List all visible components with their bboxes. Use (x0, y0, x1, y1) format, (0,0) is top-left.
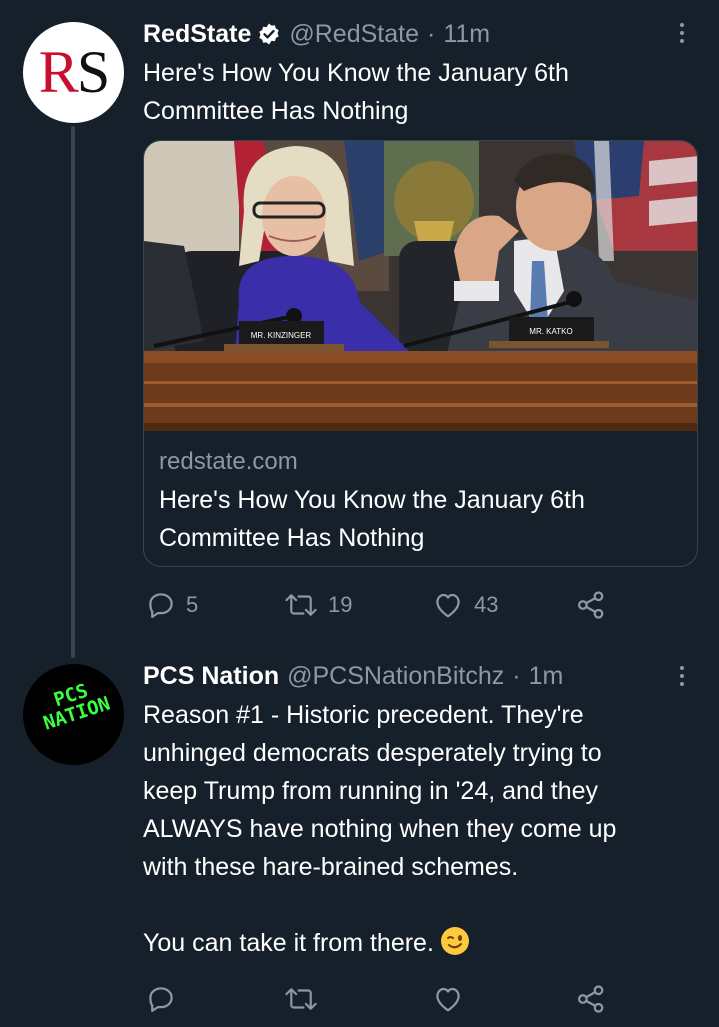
winking-face-emoji (440, 927, 469, 955)
like-icon (436, 987, 460, 1012)
tweet-text-line: keep Trump from running in '24, and they (143, 777, 599, 805)
reply-button[interactable]: 5 (146, 588, 198, 622)
card-title-line: Committee Has Nothing (159, 524, 425, 552)
reply-count: 5 (186, 592, 199, 617)
tweet-text-line: ALWAYS have nothing when they come up (143, 815, 617, 843)
tweet-actions (143, 982, 643, 1016)
pcs-nation-logo: PCS NATION (40, 679, 113, 735)
card-title-line: Here's How You Know the January 6th (159, 486, 585, 514)
display-name[interactable]: PCS Nation (143, 662, 279, 691)
separator-dot: · (512, 661, 521, 690)
tweet-header: PCS Nation @PCSNationBitchz · 1m (143, 659, 563, 693)
reply-button[interactable] (146, 982, 176, 1016)
nameplate-right: MR. KATKO (529, 327, 572, 336)
reply-icon (149, 593, 173, 618)
retweet-button[interactable]: 19 (284, 588, 352, 622)
tweet-text: Reason #1 - Historic precedent. They're … (143, 696, 703, 962)
retweet-icon (285, 594, 317, 616)
like-count: 43 (474, 592, 499, 617)
tweet-header: RedState @RedState · 11m (143, 17, 490, 51)
card-domain: redstate.com (159, 448, 298, 475)
timestamp[interactable]: 11m (443, 20, 490, 49)
tweet-actions: 5 19 43 (143, 588, 643, 622)
share-button[interactable] (576, 982, 606, 1016)
retweet-button[interactable] (284, 982, 318, 1016)
tweet-pcs-nation[interactable]: PCS NATION PCS Nation @PCSNationBitchz ·… (0, 652, 719, 1027)
share-button[interactable] (576, 588, 606, 622)
verified-badge-icon (257, 22, 281, 46)
card-title: Here's How You Know the January 6th Comm… (159, 481, 679, 557)
tweet-text-line: You can take it from there. (143, 924, 703, 962)
like-button[interactable]: 43 (432, 588, 498, 622)
tweet-text-line: Here's How You Know the January 6th (143, 59, 569, 87)
more-options-icon[interactable] (672, 18, 692, 48)
nameplate-left: MR. KINZINGER (251, 331, 312, 340)
tweet-text-line: unhinged democrats desperately trying to (143, 739, 602, 767)
link-card[interactable]: MR. KINZINGER MR. KATKO redstate.com Her… (143, 140, 698, 567)
article-image: MR. KINZINGER MR. KATKO (144, 141, 697, 431)
share-icon (578, 985, 604, 1013)
more-options-icon[interactable] (672, 661, 692, 691)
like-button[interactable] (432, 982, 464, 1016)
avatar[interactable]: RS (23, 22, 124, 123)
tweet-text: Here's How You Know the January 6th Comm… (143, 54, 703, 130)
separator-dot: · (427, 19, 436, 48)
reply-icon (149, 987, 173, 1012)
tweet-text-line: Committee Has Nothing (143, 97, 409, 125)
handle[interactable]: @RedState (289, 20, 419, 49)
display-name[interactable]: RedState (143, 20, 251, 49)
like-icon (436, 593, 460, 618)
share-icon (578, 591, 604, 619)
retweet-count: 19 (328, 592, 353, 617)
tweet-text-line: Reason #1 - Historic precedent. They're (143, 701, 584, 729)
handle[interactable]: @PCSNationBitchz (287, 662, 504, 691)
tweet-redstate[interactable]: RS RedState @RedState · 11m Here's How Y… (0, 0, 719, 652)
tweet-text-line: with these hare-brained schemes. (143, 853, 519, 881)
avatar[interactable]: PCS NATION (23, 664, 124, 765)
timestamp[interactable]: 1m (529, 662, 564, 691)
retweet-icon (285, 988, 317, 1010)
redstate-logo: RS (38, 39, 110, 105)
